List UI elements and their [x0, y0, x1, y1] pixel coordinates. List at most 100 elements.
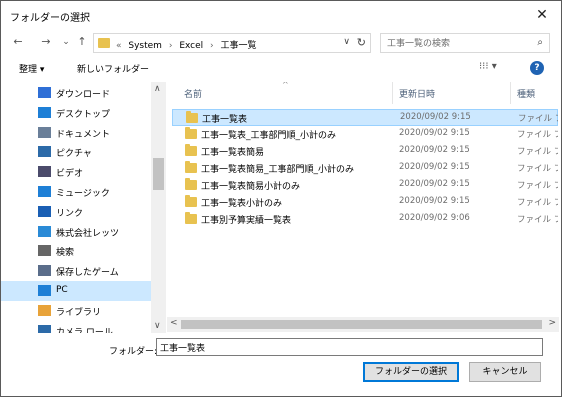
column-divider[interactable] — [392, 82, 393, 104]
sidebar-item[interactable]: ミュージック — [1, 182, 151, 202]
file-row[interactable]: 工事一覧表簡易 2020/09/02 9:15 ファイル フォ — [172, 143, 558, 160]
file-type: ファイル フォ — [517, 147, 558, 157]
folder-icon — [185, 195, 197, 207]
video-icon — [38, 166, 51, 177]
close-icon[interactable]: ✕ — [531, 5, 553, 25]
column-header-date[interactable]: 更新日時 — [399, 87, 435, 100]
sidebar-item[interactable]: ビデオ — [1, 162, 151, 182]
scrollbar-thumb[interactable] — [181, 320, 542, 329]
help-icon[interactable]: ? — [530, 61, 544, 75]
navigation-pane: ダウンロードデスクトップ ドキュメントピクチャビデオミュージック リンク株式会社レッ… — [1, 82, 167, 333]
file-list: ^ 名前 更新日時 種類 工事一覧表 2020/09/02 9:15 ファイル フォ… — [172, 82, 558, 332]
file-name: 工事一覧表簡易_工事部門順_小計のみ — [201, 165, 355, 175]
refresh-icon[interactable]: ↻ — [357, 36, 366, 49]
file-modified-date: 2020/09/02 9:15 — [399, 128, 470, 138]
pc-icon — [38, 285, 51, 296]
sidebar-item-label: カメラ ロール — [56, 328, 113, 333]
file-modified-date: 2020/09/02 9:15 — [399, 196, 470, 206]
games-icon — [38, 265, 51, 276]
sidebar-item-label: ミュージック — [56, 189, 110, 199]
music-icon — [38, 186, 51, 197]
breadcrumb: « System › Excel › 工事一覧 — [116, 38, 261, 51]
overflow-chevron-icon[interactable]: « — [116, 41, 122, 51]
file-row[interactable]: 工事一覧表簡易小計のみ 2020/09/02 9:15 ファイル フォ — [172, 177, 558, 194]
sidebar-item[interactable]: リンク — [1, 202, 151, 222]
scroll-left-icon[interactable]: < — [170, 318, 178, 328]
file-modified-date: 2020/09/02 9:15 — [400, 112, 471, 122]
sidebar-item-label: ピクチャ — [56, 149, 92, 159]
sidebar-item[interactable]: 保存したゲーム — [1, 261, 151, 281]
file-type: ファイル フォ — [517, 215, 558, 225]
sidebar-item-label: 株式会社レッツ — [56, 229, 120, 239]
breadcrumb-system[interactable]: System — [128, 41, 162, 51]
up-arrow-icon[interactable]: ↑ — [75, 34, 89, 50]
folder-name-input[interactable] — [156, 338, 543, 356]
sidebar-item-label: ビデオ — [56, 169, 84, 179]
file-row[interactable]: 工事一覧表簡易_工事部門順_小計のみ 2020/09/02 9:15 ファイル フォ — [172, 160, 558, 177]
file-row[interactable]: 工事一覧表小計のみ 2020/09/02 9:15 ファイル フォ — [172, 194, 558, 211]
file-name: 工事一覧表小計のみ — [201, 199, 283, 209]
folder-icon — [98, 38, 110, 48]
scroll-up-icon[interactable]: ∧ — [154, 84, 161, 94]
folder-icon — [185, 127, 197, 139]
file-row[interactable]: 工事一覧表 2020/09/02 9:15 ファイル フォ — [172, 109, 558, 126]
search-icon — [38, 245, 51, 256]
organize-menu-button[interactable]: 整理 ▾ — [19, 62, 44, 75]
file-name: 工事一覧表簡易小計のみ — [201, 182, 301, 192]
sidebar-item[interactable]: ライブラリ — [1, 301, 151, 321]
sidebar-item-label: ライブラリ — [56, 308, 102, 318]
desktop-icon — [38, 107, 51, 118]
breadcrumb-separator-icon[interactable]: › — [210, 41, 214, 51]
file-list-horizontal-scrollbar[interactable]: < > — [167, 317, 559, 332]
file-name: 工事別予算実績一覧表 — [201, 216, 292, 226]
sidebar-item-label: ダウンロード — [56, 90, 111, 100]
sidebar-item-label: リンク — [56, 209, 84, 219]
sidebar-item[interactable]: ドキュメント — [1, 123, 151, 143]
file-type: ファイル フォ — [517, 181, 558, 191]
sidebar-item[interactable]: PC — [1, 281, 151, 301]
column-header-type[interactable]: 種類 — [517, 87, 535, 100]
scrollbar-thumb[interactable] — [153, 158, 164, 190]
sidebar-item[interactable]: 株式会社レッツ — [1, 222, 151, 242]
file-modified-date: 2020/09/02 9:06 — [399, 213, 470, 223]
search-input[interactable] — [387, 37, 527, 50]
forward-arrow-icon[interactable]: → — [39, 34, 53, 50]
sidebar-item[interactable]: デスクトップ — [1, 103, 151, 123]
file-type: ファイル フォ — [517, 130, 558, 140]
window-title: フォルダーの選択 — [10, 13, 90, 24]
title-bar: フォルダーの選択 ✕ — [1, 1, 561, 31]
folder-field-label: フォルダー: — [109, 347, 158, 357]
sidebar-item[interactable]: ピクチャ — [1, 142, 151, 162]
file-modified-date: 2020/09/02 9:15 — [399, 162, 470, 172]
scroll-right-icon[interactable]: > — [548, 318, 556, 328]
column-divider[interactable] — [510, 82, 511, 104]
building-icon — [38, 226, 51, 237]
column-header-name[interactable]: 名前 — [184, 87, 202, 100]
file-type: ファイル フォ — [517, 198, 558, 208]
address-bar[interactable]: « System › Excel › 工事一覧 ∨ ↻ — [93, 33, 371, 53]
sidebar-item[interactable]: ダウンロード — [1, 83, 151, 103]
file-row[interactable]: 工事別予算実績一覧表 2020/09/02 9:06 ファイル フォ — [172, 211, 558, 228]
sidebar-item[interactable]: カメラ ロール — [1, 321, 151, 333]
scroll-down-icon[interactable]: ∨ — [154, 321, 161, 331]
select-folder-button[interactable]: フォルダーの選択 — [363, 362, 459, 382]
sidebar-item[interactable]: 検索 — [1, 241, 151, 261]
search-icon[interactable]: ⌕ — [537, 37, 543, 48]
file-type: ファイル フォ — [517, 164, 558, 174]
breadcrumb-excel[interactable]: Excel — [179, 41, 203, 51]
cancel-button[interactable]: キャンセル — [469, 362, 541, 382]
recent-locations-chevron-icon[interactable]: ⌄ — [59, 34, 73, 50]
file-modified-date: 2020/09/02 9:15 — [399, 145, 470, 155]
library-icon — [38, 305, 51, 316]
search-box[interactable]: ⌕ — [380, 33, 550, 53]
file-row[interactable]: 工事一覧表_工事部門順_小計のみ 2020/09/02 9:15 ファイル フォ — [172, 126, 558, 143]
view-options-button[interactable]: ⁝⁝⁝ ▾ — [479, 61, 497, 72]
camera-roll-icon — [38, 325, 51, 333]
navigation-pane-scrollbar[interactable]: ∧ ∨ — [151, 82, 166, 333]
back-arrow-icon[interactable]: ← — [11, 34, 25, 50]
address-dropdown-icon[interactable]: ∨ — [343, 37, 350, 47]
sidebar-item-label: PC — [56, 285, 68, 295]
breadcrumb-separator-icon[interactable]: › — [169, 41, 173, 51]
new-folder-button[interactable]: 新しいフォルダー — [77, 62, 149, 75]
breadcrumb-current[interactable]: 工事一覧 — [221, 41, 257, 51]
